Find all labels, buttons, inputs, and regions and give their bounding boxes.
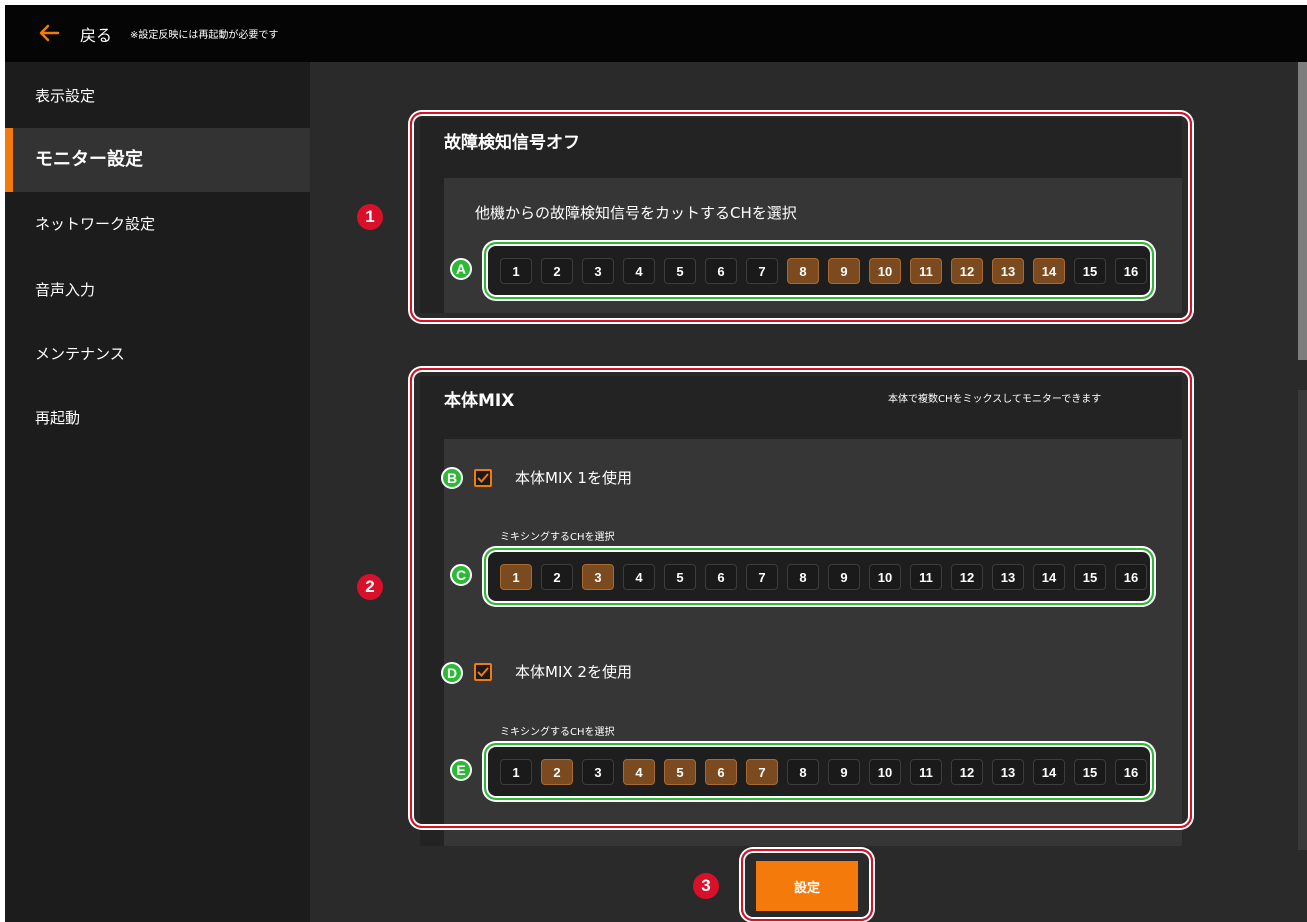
top-bar: 戻る ※設定反映には再起動が必要です bbox=[5, 5, 1307, 62]
back-arrow-icon[interactable] bbox=[38, 22, 60, 44]
annotation-marker-1: 1 bbox=[357, 204, 383, 230]
annotation-frame-1 bbox=[410, 112, 1192, 322]
scrollbar-thumb[interactable] bbox=[1298, 62, 1307, 360]
settings-button[interactable]: 設定 bbox=[756, 861, 858, 911]
sidebar-item-audio-input[interactable]: 音声入力 bbox=[5, 258, 310, 322]
annotation-marker-2: 2 bbox=[357, 574, 383, 600]
sidebar-item-restart[interactable]: 再起動 bbox=[5, 386, 310, 450]
sidebar-item-monitor-settings[interactable]: モニター設定 bbox=[5, 128, 310, 192]
annotation-frame-2 bbox=[410, 368, 1192, 828]
sidebar-item-display-settings[interactable]: 表示設定 bbox=[5, 64, 310, 128]
annotation-marker-3: 3 bbox=[693, 873, 719, 899]
scrollbar-track[interactable] bbox=[1298, 390, 1307, 850]
restart-note: ※設定反映には再起動が必要です bbox=[130, 30, 279, 41]
sidebar-item-maintenance[interactable]: メンテナンス bbox=[5, 322, 310, 386]
sidebar: 表示設定 モニター設定 ネットワーク設定 音声入力 メンテナンス 再起動 bbox=[5, 62, 310, 922]
back-button[interactable]: 戻る bbox=[80, 22, 112, 46]
sidebar-item-network-settings[interactable]: ネットワーク設定 bbox=[5, 192, 310, 256]
